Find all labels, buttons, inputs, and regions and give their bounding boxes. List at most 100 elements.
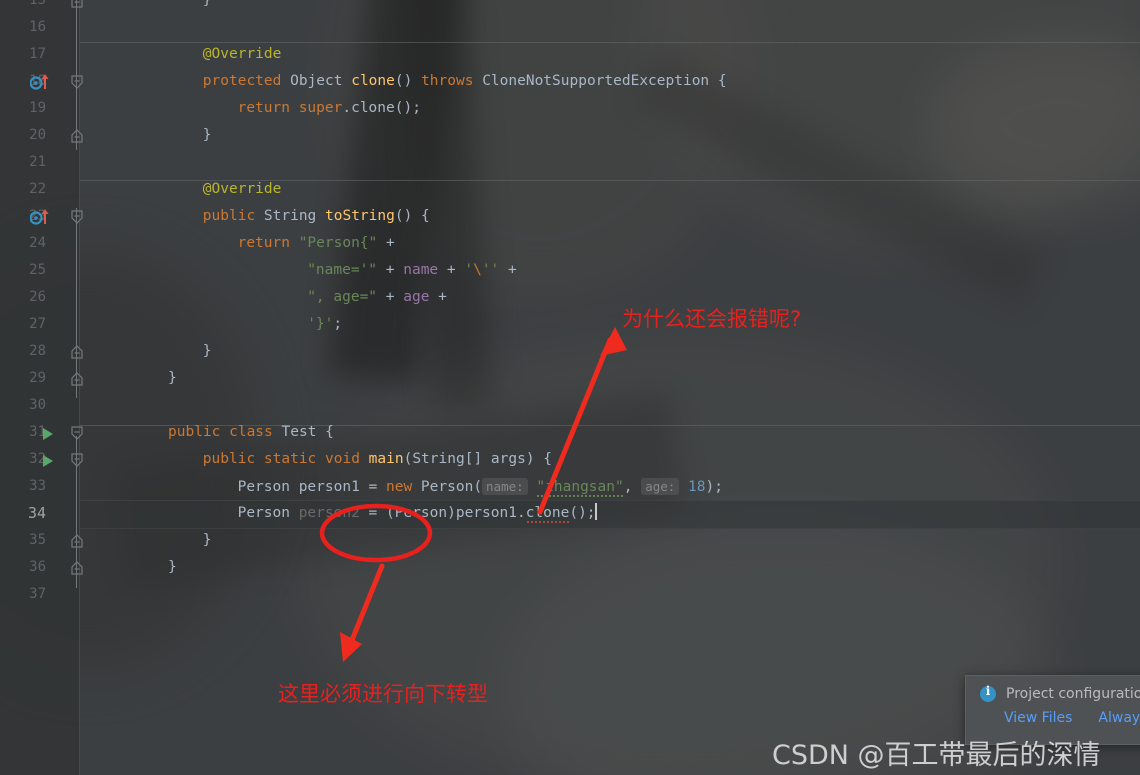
code-token: "name='" — [307, 262, 378, 278]
code-token: () { — [394, 208, 430, 224]
code-token: String — [263, 208, 326, 224]
screenshot-root: 15 16 17 18 19 20 21 22 23 24 25 26 27 28 29 30 31 32 33 34… — [0, 0, 1140, 775]
code-token: name: — [482, 478, 528, 495]
line-number: 15 — [29, 0, 46, 8]
line-number-gutter[interactable]: 15 16 17 18 19 20 21 22 23 24 25 26 27 28 29 30 31 32 33 34… — [0, 0, 80, 775]
code-line-text: } — [168, 365, 177, 392]
code-token: ", age=" — [307, 289, 378, 305]
popup-title: Project configuration — [1006, 686, 1140, 702]
run-gutter-icon[interactable] — [42, 453, 54, 467]
code-token: "zhangsan" — [536, 479, 624, 499]
fold-end-icon[interactable] — [70, 534, 84, 548]
fold-expanded-icon[interactable] — [70, 75, 84, 89]
code-line[interactable]: } — [80, 338, 1140, 365]
code-token: + — [499, 262, 517, 278]
code-token: Person — [237, 505, 299, 521]
code-line[interactable]: } — [80, 527, 1140, 554]
code-line[interactable]: '}'; — [80, 311, 1140, 338]
fold-end-icon[interactable] — [70, 561, 84, 575]
always-link[interactable]: Always — [1098, 710, 1140, 726]
line-number: 16 — [29, 19, 46, 35]
code-token: Person — [420, 479, 474, 495]
text-caret — [594, 503, 597, 520]
code-token: main — [368, 451, 404, 467]
code-line-text: public static void main(String[] args) { — [168, 446, 552, 473]
code-token: String — [412, 451, 465, 467]
code-line[interactable]: return "Person{" + — [80, 230, 1140, 257]
code-token: age: — [641, 478, 680, 495]
fold-end-icon[interactable] — [70, 0, 84, 8]
code-token: { — [709, 73, 727, 89]
code-token: @Override — [202, 181, 282, 197]
line-number: 32 — [29, 451, 46, 467]
override-method-icon[interactable] — [29, 74, 52, 90]
code-token: protected — [202, 73, 291, 89]
code-line-text: public class Test { — [168, 419, 334, 446]
code-line[interactable]: } — [80, 0, 1140, 14]
code-token: () — [394, 73, 422, 89]
line-number: 26 — [29, 289, 46, 305]
code-line-text: } — [168, 527, 212, 554]
code-token: '}' — [307, 316, 334, 332]
code-token: name — [403, 262, 439, 278]
line-number: 20 — [29, 127, 46, 143]
code-line[interactable]: public static void main(String[] args) { — [80, 446, 1140, 473]
code-line[interactable] — [80, 392, 1140, 419]
fold-expanded-icon[interactable] — [70, 453, 84, 467]
fold-end-icon[interactable] — [70, 129, 84, 143]
code-line[interactable]: return super.clone(); — [80, 95, 1140, 122]
code-token: } — [202, 127, 212, 143]
code-token: [] args) { — [464, 451, 553, 467]
code-line[interactable]: @Override — [80, 41, 1140, 68]
code-line[interactable]: @Override — [80, 176, 1140, 203]
code-token: } — [202, 532, 212, 548]
run-gutter-icon[interactable] — [42, 426, 54, 440]
code-token: throws — [421, 73, 483, 89]
code-line-text: return super.clone(); — [168, 95, 421, 122]
code-line-text: Person person2 = (Person)person1.clone()… — [168, 500, 597, 527]
code-token: } — [168, 559, 177, 575]
line-number: 27 — [29, 316, 46, 332]
code-token: (); — [569, 505, 596, 521]
override-method-icon[interactable] — [29, 209, 52, 225]
code-token: '' — [481, 262, 500, 278]
code-token: clone — [525, 505, 570, 523]
code-line[interactable]: } — [80, 554, 1140, 581]
code-line[interactable]: protected Object clone() throws CloneNot… — [80, 68, 1140, 95]
code-line[interactable]: public class Test { — [80, 419, 1140, 446]
code-line-text: "name='" + name + '\'' + — [168, 257, 517, 284]
csdn-watermark: CSDN @百工带最后的深情 — [772, 740, 1101, 771]
code-line[interactable] — [80, 581, 1140, 608]
line-number: 37 — [29, 586, 46, 602]
code-line[interactable]: Person person1 = new Person(name: "zhang… — [80, 473, 1140, 500]
code-line[interactable]: "name='" + name + '\'' + — [80, 257, 1140, 284]
code-token: void — [325, 451, 369, 467]
fold-expanded-icon[interactable] — [70, 426, 84, 440]
code-token: class — [229, 424, 282, 440]
info-icon — [980, 684, 996, 702]
code-line[interactable]: } — [80, 365, 1140, 392]
code-line[interactable] — [80, 149, 1140, 176]
code-line[interactable]: ", age=" + age + — [80, 284, 1140, 311]
code-token: Test — [281, 424, 317, 440]
line-number: 22 — [29, 181, 46, 197]
line-number: 17 — [29, 46, 46, 62]
code-token: static — [263, 451, 326, 467]
code-lines-container[interactable]: } @Override protected Object clone() throw… — [80, 0, 1140, 775]
code-line-text: protected Object clone() throws CloneNot… — [168, 68, 727, 95]
code-line[interactable]: Person person2 = (Person)person1.clone()… — [80, 500, 1140, 527]
line-number: 34 — [27, 504, 46, 522]
code-token: (); — [394, 100, 421, 116]
line-number: 30 — [29, 397, 46, 413]
line-number: 33 — [29, 478, 46, 494]
code-editor[interactable]: 15 16 17 18 19 20 21 22 23 24 25 26 27 28 29 30 31 32 33 34… — [0, 0, 1140, 775]
code-line[interactable]: } — [80, 122, 1140, 149]
view-files-link[interactable]: View Files — [1004, 710, 1072, 726]
fold-end-icon[interactable] — [70, 372, 84, 386]
code-line[interactable]: public String toString() { — [80, 203, 1140, 230]
fold-expanded-icon[interactable] — [70, 210, 84, 224]
code-token: age — [403, 289, 430, 305]
fold-end-icon[interactable] — [70, 345, 84, 359]
code-line[interactable] — [80, 14, 1140, 41]
